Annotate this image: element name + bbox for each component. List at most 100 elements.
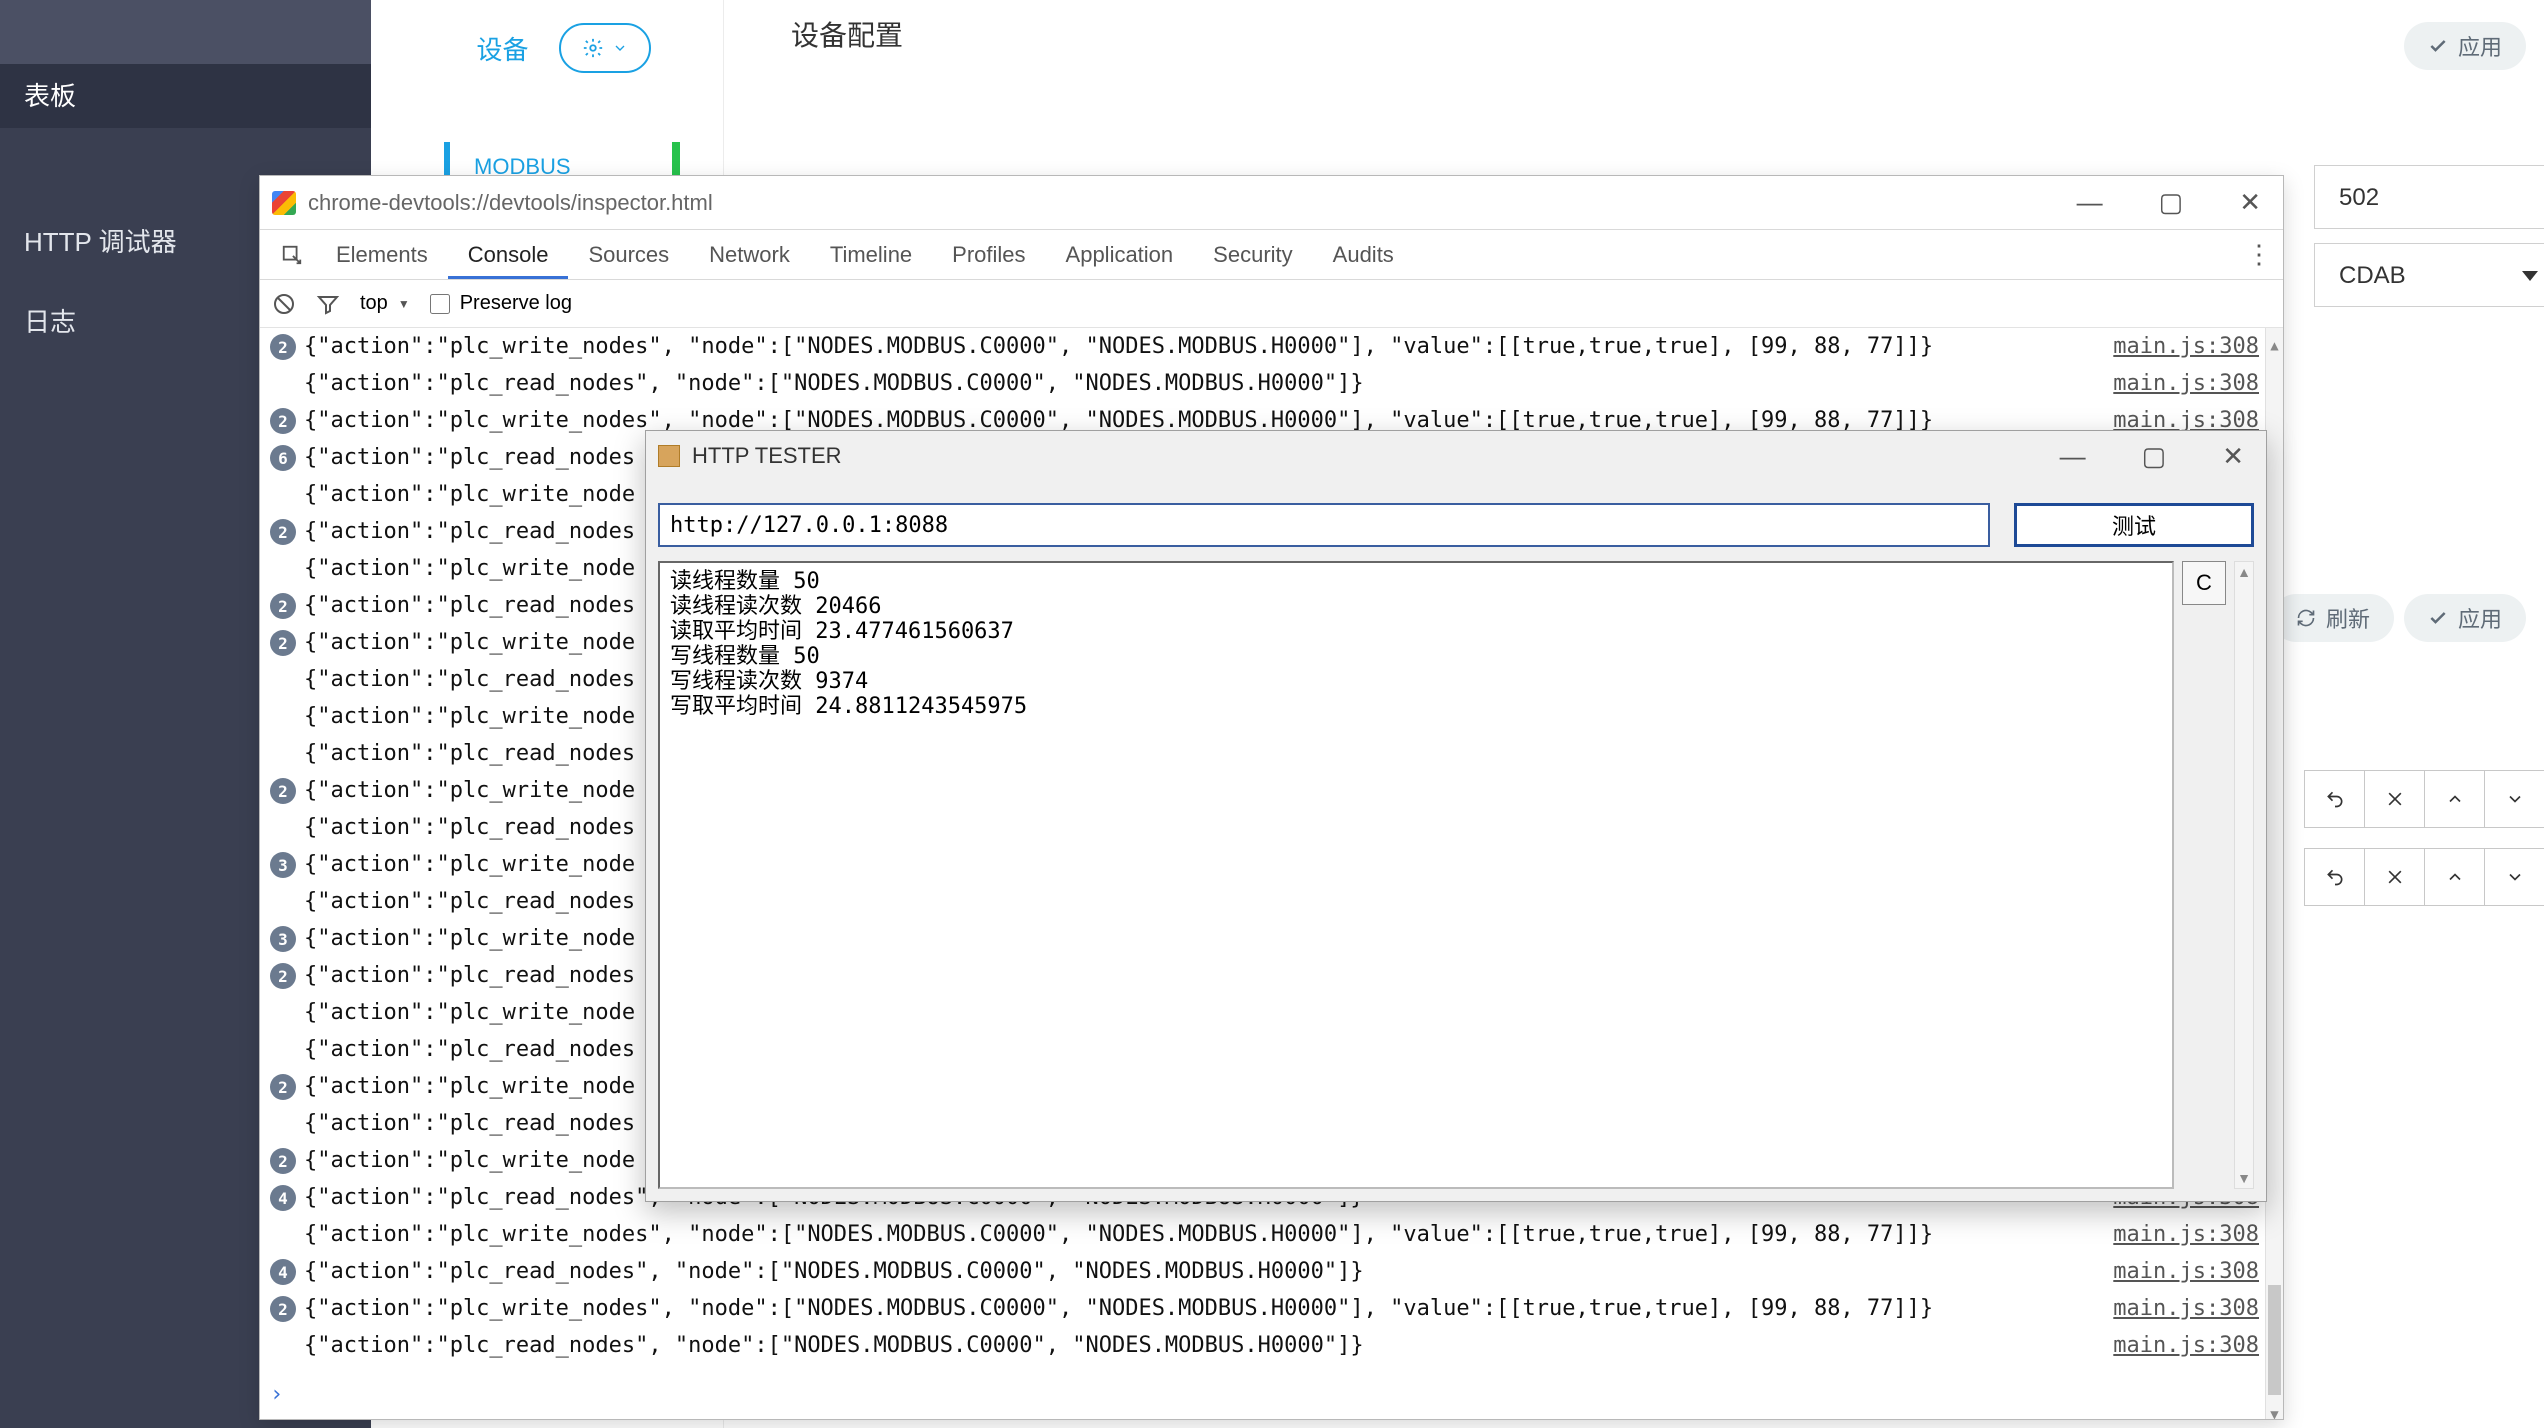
check-icon — [2428, 36, 2448, 56]
element-picker-icon[interactable] — [268, 230, 316, 279]
filter-icon[interactable] — [316, 292, 340, 316]
devtools-tab-profiles[interactable]: Profiles — [932, 230, 1045, 279]
minimize-button[interactable]: — — [2067, 183, 2113, 222]
console-log-row[interactable]: {"action":"plc_write_nodes", "node":["NO… — [260, 1216, 2283, 1253]
log-count-badge: 2 — [270, 408, 296, 434]
log-count-badge: 2 — [270, 1296, 296, 1322]
maximize-button[interactable]: ▢ — [2132, 437, 2177, 476]
console-scrollbar[interactable]: ▲ ▼ — [2265, 328, 2283, 1419]
apply-button-2[interactable]: 应用 — [2404, 594, 2526, 642]
chevron-down-icon — [612, 40, 628, 56]
console-log-row[interactable]: 2 {"action":"plc_write_nodes", "node":["N… — [260, 328, 2283, 365]
devtools-tab-application[interactable]: Application — [1046, 230, 1194, 279]
log-text: {"action":"plc_write_nodes", "node":["NO… — [304, 1290, 2113, 1327]
devtools-menu-icon[interactable]: ⋮ — [2235, 230, 2283, 279]
devtools-tab-audits[interactable]: Audits — [1313, 230, 1414, 279]
log-count-badge: 2 — [270, 963, 296, 989]
log-source-link[interactable]: main.js:308 — [2113, 328, 2259, 365]
log-count-badge: 4 — [270, 1185, 296, 1211]
log-count-badge: 2 — [270, 593, 296, 619]
devtools-titlebar[interactable]: chrome-devtools://devtools/inspector.htm… — [260, 176, 2283, 230]
preserve-log-checkbox[interactable] — [430, 294, 450, 314]
log-text: {"action":"plc_write_nodes", "node":["NO… — [304, 328, 2113, 365]
output-scrollbar[interactable]: ▲ ▼ — [2234, 561, 2254, 1189]
undo-button[interactable] — [2305, 849, 2364, 905]
refresh-button[interactable]: 刷新 — [2272, 594, 2394, 642]
output-textarea[interactable]: 读线程数量 50 读线程读次数 20466 读取平均时间 23.47746156… — [658, 561, 2174, 1189]
log-count-badge: 4 — [270, 1259, 296, 1285]
test-button[interactable]: 测试 — [2014, 503, 2254, 547]
move-up-button[interactable] — [2424, 849, 2484, 905]
node-toolbar-rows — [2304, 770, 2544, 926]
settings-dropdown[interactable] — [559, 23, 651, 73]
log-count-badge: 6 — [270, 445, 296, 471]
devtools-tab-security[interactable]: Security — [1193, 230, 1312, 279]
subnav-tab-device[interactable]: 设备 — [404, 0, 723, 96]
log-count-badge: 3 — [270, 926, 296, 952]
devtools-tab-network[interactable]: Network — [689, 230, 810, 279]
devtools-tab-elements[interactable]: Elements — [316, 230, 448, 279]
context-select[interactable]: top ▼ — [360, 292, 410, 315]
maximize-button[interactable]: ▢ — [2149, 183, 2194, 222]
log-text: {"action":"plc_write_nodes", "node":["NO… — [304, 1216, 2113, 1253]
node-toolbar-row — [2304, 770, 2544, 828]
url-input[interactable] — [658, 503, 1990, 547]
gear-icon — [582, 37, 604, 59]
context-label: top — [360, 292, 388, 315]
move-down-button[interactable] — [2484, 771, 2544, 827]
preserve-log-toggle[interactable]: Preserve log — [430, 292, 572, 315]
log-text: {"action":"plc_read_nodes", "node":["NOD… — [304, 1327, 2113, 1364]
move-up-button[interactable] — [2424, 771, 2484, 827]
apply-label: 应用 — [2458, 30, 2502, 62]
move-down-button[interactable] — [2484, 849, 2544, 905]
apply-button[interactable]: 应用 — [2404, 22, 2526, 70]
clear-button[interactable]: C — [2182, 561, 2226, 605]
close-icon — [2385, 789, 2405, 809]
console-log-row[interactable]: {"action":"plc_read_nodes", "node":["NOD… — [260, 1327, 2283, 1364]
log-count-badge: 2 — [270, 778, 296, 804]
log-source-link[interactable]: main.js:308 — [2113, 1290, 2259, 1327]
console-log-row[interactable]: 2 {"action":"plc_write_nodes", "node":["N… — [260, 1290, 2283, 1327]
log-count-badge: 2 — [270, 334, 296, 360]
clear-console-icon[interactable] — [272, 292, 296, 316]
minimize-button[interactable]: — — [2050, 437, 2096, 476]
refresh-icon — [2296, 608, 2316, 628]
log-source-link[interactable]: main.js:308 — [2113, 365, 2259, 402]
tester-titlebar[interactable]: HTTP TESTER — ▢ ✕ — [646, 431, 2266, 481]
close-button[interactable]: ✕ — [2212, 437, 2254, 476]
delete-button[interactable] — [2364, 771, 2424, 827]
undo-icon — [2325, 789, 2345, 809]
log-count-badge: 3 — [270, 852, 296, 878]
log-count-badge: 2 — [270, 1148, 296, 1174]
delete-button[interactable] — [2364, 849, 2424, 905]
scrollbar-thumb[interactable] — [2268, 1285, 2281, 1395]
devtools-tab-sources[interactable]: Sources — [568, 230, 689, 279]
log-source-link[interactable]: main.js:308 — [2113, 1253, 2259, 1290]
undo-button[interactable] — [2305, 771, 2364, 827]
log-count-badge: 2 — [270, 1074, 296, 1100]
log-text: {"action":"plc_read_nodes", "node":["NOD… — [304, 365, 2113, 402]
console-log-row[interactable]: 4 {"action":"plc_read_nodes", "node":["NO… — [260, 1253, 2283, 1290]
subnav-tab-label: 设备 — [476, 30, 528, 67]
chevron-down-icon — [2505, 789, 2525, 809]
log-source-link[interactable]: main.js:308 — [2113, 1327, 2259, 1364]
close-icon — [2385, 867, 2405, 887]
log-source-link[interactable]: main.js:308 — [2113, 1216, 2259, 1253]
log-count-badge: 2 — [270, 519, 296, 545]
byteorder-select[interactable]: CDAB — [2314, 243, 2544, 307]
devtools-url: chrome-devtools://devtools/inspector.htm… — [308, 190, 713, 216]
devtools-tabs: ElementsConsoleSourcesNetworkTimelinePro… — [260, 230, 2283, 280]
sidebar-dashboard[interactable]: 表板 — [0, 64, 371, 128]
apply-label-2: 应用 — [2458, 602, 2502, 634]
close-button[interactable]: ✕ — [2229, 183, 2271, 222]
check-icon — [2428, 608, 2448, 628]
log-text: {"action":"plc_read_nodes", "node":["NOD… — [304, 1253, 2113, 1290]
devtools-tab-console[interactable]: Console — [448, 230, 569, 279]
chevron-up-icon — [2445, 789, 2465, 809]
console-prompt[interactable]: › — [270, 1376, 283, 1413]
page-title: 设备配置 — [791, 14, 903, 54]
devtools-tab-timeline[interactable]: Timeline — [810, 230, 932, 279]
chevron-up-icon — [2445, 867, 2465, 887]
port-field[interactable]: 502 — [2314, 165, 2544, 229]
console-log-row[interactable]: {"action":"plc_read_nodes", "node":["NOD… — [260, 365, 2283, 402]
